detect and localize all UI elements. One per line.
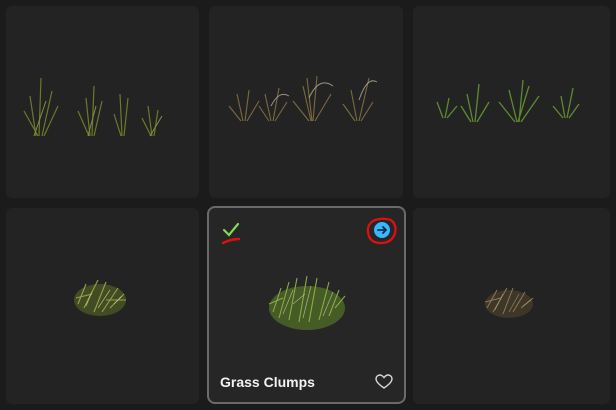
asset-thumbnail bbox=[436, 79, 580, 123]
asset-thumbnail bbox=[484, 287, 534, 318]
annotation-underline bbox=[221, 237, 241, 245]
asset-grid: Grass Clumps bbox=[0, 0, 616, 410]
heart-icon[interactable] bbox=[375, 374, 393, 390]
asset-card-grass-row-1[interactable] bbox=[6, 6, 199, 198]
asset-card-grass-row-3[interactable] bbox=[413, 6, 610, 198]
arrow-right-circle-icon bbox=[366, 217, 397, 245]
asset-title: Grass Clumps bbox=[220, 374, 315, 390]
asset-thumbnail bbox=[228, 75, 378, 122]
open-asset-button[interactable] bbox=[364, 216, 398, 246]
asset-card-grass-bush-1[interactable] bbox=[6, 208, 199, 404]
asset-card-grass-clumps[interactable]: Grass Clumps bbox=[207, 206, 406, 404]
asset-thumbnail bbox=[23, 77, 163, 137]
asset-card-grass-row-2[interactable] bbox=[209, 6, 403, 198]
asset-card-grass-bush-dry[interactable] bbox=[413, 208, 610, 404]
asset-thumbnail bbox=[74, 279, 126, 316]
